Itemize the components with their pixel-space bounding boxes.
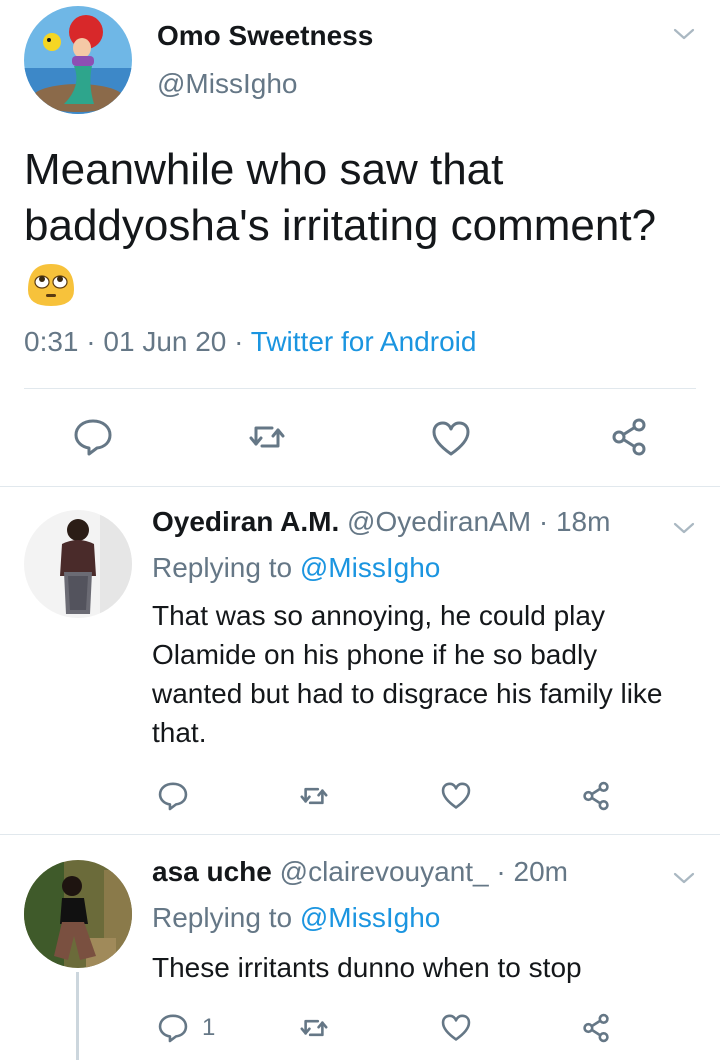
tweet-time: 0:31 — [24, 326, 79, 357]
author-handle[interactable]: @MissIgho — [157, 68, 297, 100]
divider — [24, 388, 696, 389]
tweet-source-link[interactable]: Twitter for Android — [251, 326, 477, 357]
like-heart-icon[interactable] — [430, 418, 472, 460]
reply-text: These irritants dunno when to stop — [152, 952, 582, 983]
tweet-date: 01 Jun 20 — [103, 326, 227, 357]
share-icon[interactable] — [580, 1012, 612, 1044]
share-icon[interactable] — [608, 416, 650, 458]
chevron-down-icon[interactable] — [672, 516, 696, 540]
replying-to-label: Replying to — [152, 902, 300, 933]
reply-author-name[interactable]: asa uche — [152, 856, 272, 887]
reply-header: asa uche @clairevouyant_ · 20m — [152, 856, 568, 888]
reply-icon[interactable] — [72, 416, 114, 458]
meta-separator: · — [488, 856, 514, 887]
retweet-icon[interactable] — [246, 416, 288, 458]
divider — [0, 834, 720, 835]
replying-to-link[interactable]: @MissIgho — [300, 552, 440, 583]
reply-text: That was so annoying, he could play Olam… — [152, 600, 663, 748]
divider — [0, 486, 720, 487]
reply-avatar[interactable] — [24, 510, 132, 618]
like-heart-icon[interactable] — [440, 1012, 472, 1044]
meta-separator: · — [226, 326, 251, 357]
reply-author-handle[interactable]: @clairevouyant_ — [280, 856, 489, 887]
reply-icon[interactable] — [157, 780, 189, 812]
chevron-down-icon[interactable] — [672, 866, 696, 890]
rolling-eyes-emoji-icon — [24, 260, 78, 310]
reply-icon[interactable] — [157, 1012, 189, 1044]
replying-to-label: Replying to — [152, 552, 300, 583]
author-name[interactable]: Omo Sweetness — [157, 20, 373, 52]
replying-to: Replying to @MissIgho — [152, 552, 440, 584]
reply-age: 18m — [555, 506, 611, 537]
author-avatar[interactable] — [24, 6, 132, 114]
reply-age: 20m — [513, 856, 568, 887]
tweet-meta: 0:31 · 01 Jun 20 · Twitter for Android — [24, 326, 476, 358]
reply-count: 1 — [202, 1014, 216, 1041]
replying-to-link[interactable]: @MissIgho — [300, 902, 440, 933]
reply-header: Oyediran A.M. @OyediranAM · 18m — [152, 506, 610, 538]
retweet-icon[interactable] — [298, 1012, 330, 1044]
meta-separator: · — [531, 506, 556, 537]
reply-author-name[interactable]: Oyediran A.M. — [152, 506, 339, 537]
thread-connector-line — [76, 972, 79, 1060]
chevron-down-icon[interactable] — [672, 22, 696, 46]
replying-to: Replying to @MissIgho — [152, 902, 440, 934]
reply-author-handle[interactable]: @OyediranAM — [347, 506, 531, 537]
tweet-text: Meanwhile who saw that baddyosha's irrit… — [24, 145, 657, 250]
like-heart-icon[interactable] — [440, 780, 472, 812]
meta-separator: · — [78, 326, 104, 357]
retweet-icon[interactable] — [298, 780, 330, 812]
share-icon[interactable] — [580, 780, 612, 812]
reply-avatar[interactable] — [24, 860, 132, 968]
